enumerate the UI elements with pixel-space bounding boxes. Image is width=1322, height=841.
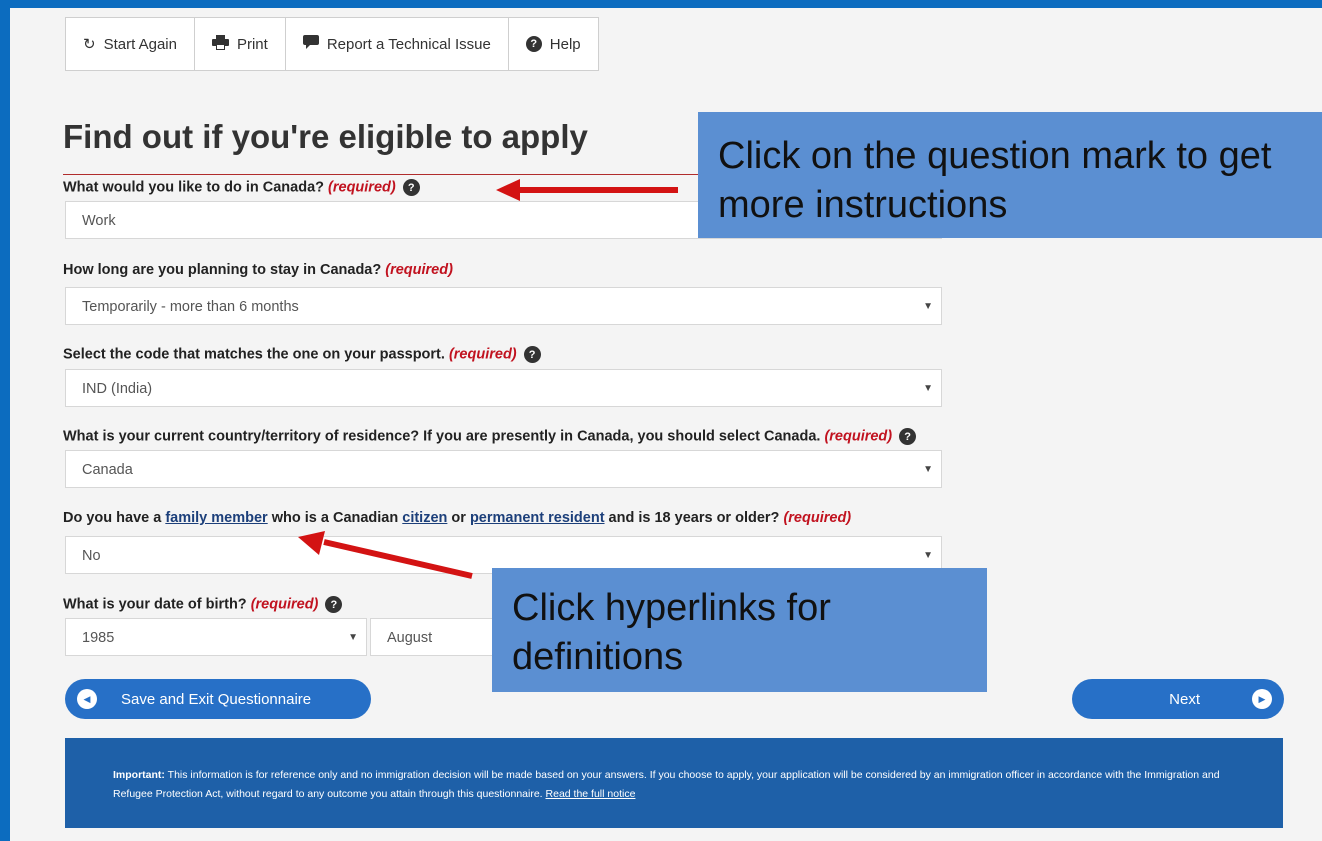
arrow-to-hyperlink: [298, 531, 473, 579]
questionnaire-page: ↻ Start Again Print Report a Technical I…: [10, 8, 1322, 841]
arrow-to-question-mark: [496, 179, 678, 201]
annotation-arrows: [298, 179, 678, 579]
